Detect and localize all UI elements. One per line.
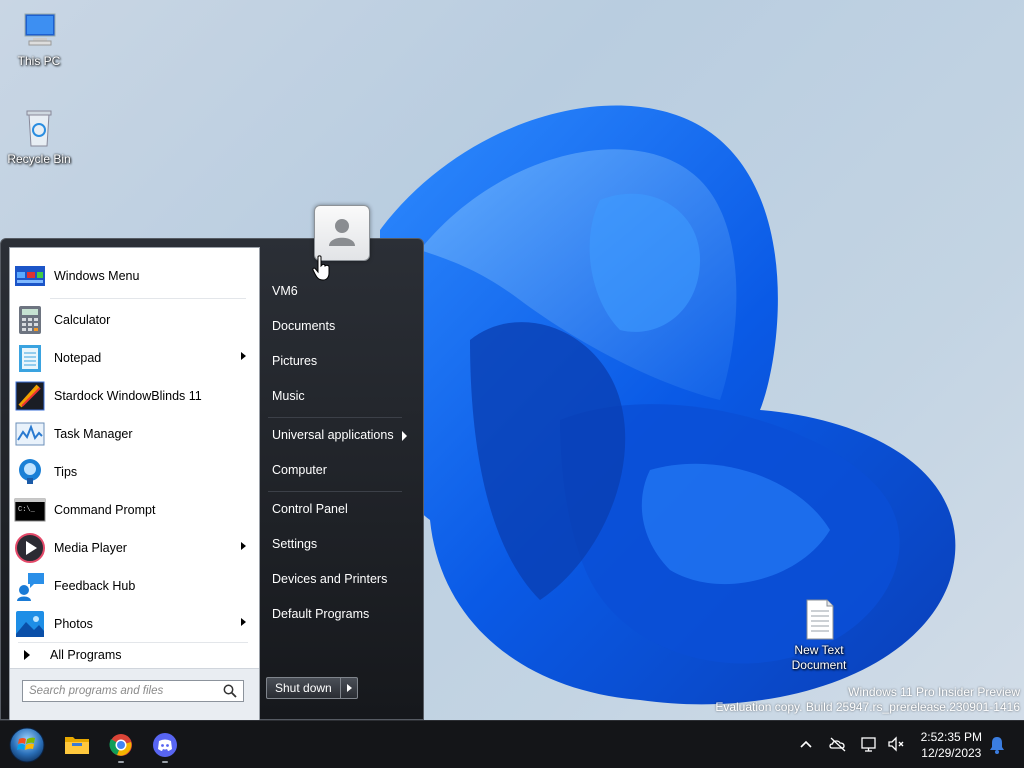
start-button[interactable] bbox=[7, 725, 47, 765]
desktop-icon-label: New Text Document bbox=[791, 643, 847, 672]
right-separator bbox=[268, 417, 402, 418]
photos-icon bbox=[14, 608, 46, 640]
program-photos[interactable]: Photos bbox=[14, 607, 254, 641]
desktop-icon-recycle-bin[interactable]: Recycle Bin bbox=[1, 106, 77, 166]
text-document-icon bbox=[797, 597, 841, 641]
taskbar-discord[interactable] bbox=[145, 725, 185, 765]
program-tips[interactable]: Tips bbox=[14, 455, 254, 489]
start-menu-programs-pane: Windows Menu Calculator Notepad Stardock… bbox=[9, 247, 260, 720]
program-label: Feedback Hub bbox=[54, 579, 136, 593]
shutdown-control: Shut down bbox=[266, 677, 358, 699]
evaluation-watermark: Windows 11 Pro Insider Preview Evaluatio… bbox=[715, 685, 1020, 715]
clock-time: 2:52:35 PM bbox=[920, 730, 982, 744]
program-windowblinds[interactable]: Stardock WindowBlinds 11 bbox=[14, 379, 254, 413]
feedback-hub-icon bbox=[14, 570, 46, 602]
desktop-icon-label: Recycle Bin bbox=[7, 152, 71, 166]
windowblinds-icon bbox=[14, 380, 46, 412]
submenu-arrow-icon bbox=[241, 352, 246, 360]
tips-icon bbox=[14, 456, 46, 488]
running-indicator bbox=[162, 761, 168, 763]
windows-menu-icon bbox=[14, 260, 46, 292]
watermark-line-1: Windows 11 Pro Insider Preview bbox=[848, 685, 1020, 699]
program-task-manager[interactable]: Task Manager bbox=[14, 417, 254, 451]
pictures-link[interactable]: Pictures bbox=[272, 354, 317, 368]
music-link[interactable]: Music bbox=[272, 389, 305, 403]
this-pc-icon bbox=[17, 8, 61, 52]
program-notepad[interactable]: Notepad bbox=[14, 341, 254, 375]
shutdown-options-arrow-icon[interactable] bbox=[340, 677, 358, 699]
start-orb-icon bbox=[9, 727, 45, 763]
documents-link[interactable]: Documents bbox=[272, 319, 335, 333]
shutdown-button[interactable]: Shut down bbox=[266, 677, 341, 699]
program-label: Media Player bbox=[54, 541, 127, 555]
mouse-cursor-hand-icon bbox=[312, 255, 330, 281]
programs-separator bbox=[18, 642, 248, 643]
network-icon[interactable] bbox=[859, 734, 879, 754]
control-panel-link[interactable]: Control Panel bbox=[272, 502, 348, 516]
devices-and-printers-link[interactable]: Devices and Printers bbox=[272, 572, 387, 586]
notification-bell-icon[interactable] bbox=[987, 735, 1007, 755]
all-programs-button[interactable]: All Programs bbox=[20, 648, 122, 662]
notepad-icon bbox=[14, 342, 46, 374]
user-icon bbox=[329, 219, 355, 246]
submenu-arrow-icon bbox=[401, 430, 407, 441]
start-menu: Windows Menu Calculator Notepad Stardock… bbox=[0, 238, 424, 720]
submenu-arrow-icon bbox=[241, 542, 246, 550]
right-separator bbox=[268, 491, 402, 492]
program-label: Windows Menu bbox=[54, 269, 140, 283]
submenu-arrow-icon bbox=[241, 618, 246, 626]
universal-applications-label: Universal applications bbox=[272, 428, 394, 442]
program-label: Notepad bbox=[54, 351, 102, 365]
taskbar: 2:52:35 PM 12/29/2023 bbox=[0, 720, 1024, 768]
user-folder-link[interactable]: VM6 bbox=[272, 284, 298, 298]
file-explorer-icon bbox=[65, 737, 89, 754]
desktop-icon-label: This PC bbox=[17, 54, 61, 68]
task-manager-icon bbox=[14, 418, 46, 450]
desktop-icon-this-pc[interactable]: This PC bbox=[1, 8, 77, 68]
program-label: Tips bbox=[54, 465, 78, 479]
volume-muted-icon[interactable] bbox=[886, 734, 906, 754]
command-prompt-icon: C:\_ bbox=[14, 494, 46, 526]
cloud-offline-icon[interactable] bbox=[828, 734, 848, 754]
desktop-icon-new-text-document[interactable]: New Text Document bbox=[781, 597, 857, 673]
watermark-line-2: Evaluation copy. Build 25947.rs_prerelea… bbox=[715, 700, 1020, 714]
media-player-icon bbox=[14, 532, 46, 564]
program-media-player[interactable]: Media Player bbox=[14, 531, 254, 565]
taskbar-clock[interactable]: 2:52:35 PM 12/29/2023 bbox=[921, 729, 982, 761]
program-command-prompt[interactable]: C:\_ Command Prompt bbox=[14, 493, 254, 527]
running-indicator bbox=[118, 761, 124, 763]
user-avatar[interactable] bbox=[314, 205, 370, 261]
program-label: Command Prompt bbox=[54, 503, 156, 517]
discord-icon bbox=[153, 733, 177, 757]
computer-link[interactable]: Computer bbox=[272, 463, 327, 477]
taskbar-file-explorer[interactable] bbox=[57, 725, 97, 765]
program-label: Calculator bbox=[54, 313, 111, 327]
program-label: Stardock WindowBlinds 11 bbox=[54, 389, 202, 403]
chevron-up-icon[interactable] bbox=[796, 734, 816, 754]
program-label: Photos bbox=[54, 617, 93, 631]
chrome-icon bbox=[109, 734, 132, 756]
svg-text:C:\_: C:\_ bbox=[18, 506, 36, 514]
search-icon[interactable] bbox=[223, 684, 237, 698]
pinned-item-windows-menu[interactable]: Windows Menu bbox=[14, 259, 254, 293]
calculator-icon bbox=[14, 304, 46, 336]
clock-date: 12/29/2023 bbox=[921, 746, 982, 760]
all-programs-arrow-icon bbox=[24, 650, 30, 660]
pinned-separator bbox=[50, 298, 246, 299]
program-calculator[interactable]: Calculator bbox=[14, 303, 254, 337]
universal-applications-link[interactable]: Universal applications bbox=[272, 428, 407, 442]
search-area bbox=[10, 668, 259, 720]
all-programs-label: All Programs bbox=[50, 648, 122, 662]
program-feedback-hub[interactable]: Feedback Hub bbox=[14, 569, 254, 603]
default-programs-link[interactable]: Default Programs bbox=[272, 607, 369, 621]
settings-link[interactable]: Settings bbox=[272, 537, 317, 551]
recycle-bin-icon bbox=[17, 106, 61, 150]
taskbar-chrome[interactable] bbox=[101, 725, 141, 765]
search-input[interactable] bbox=[22, 680, 244, 702]
program-label: Task Manager bbox=[54, 427, 133, 441]
